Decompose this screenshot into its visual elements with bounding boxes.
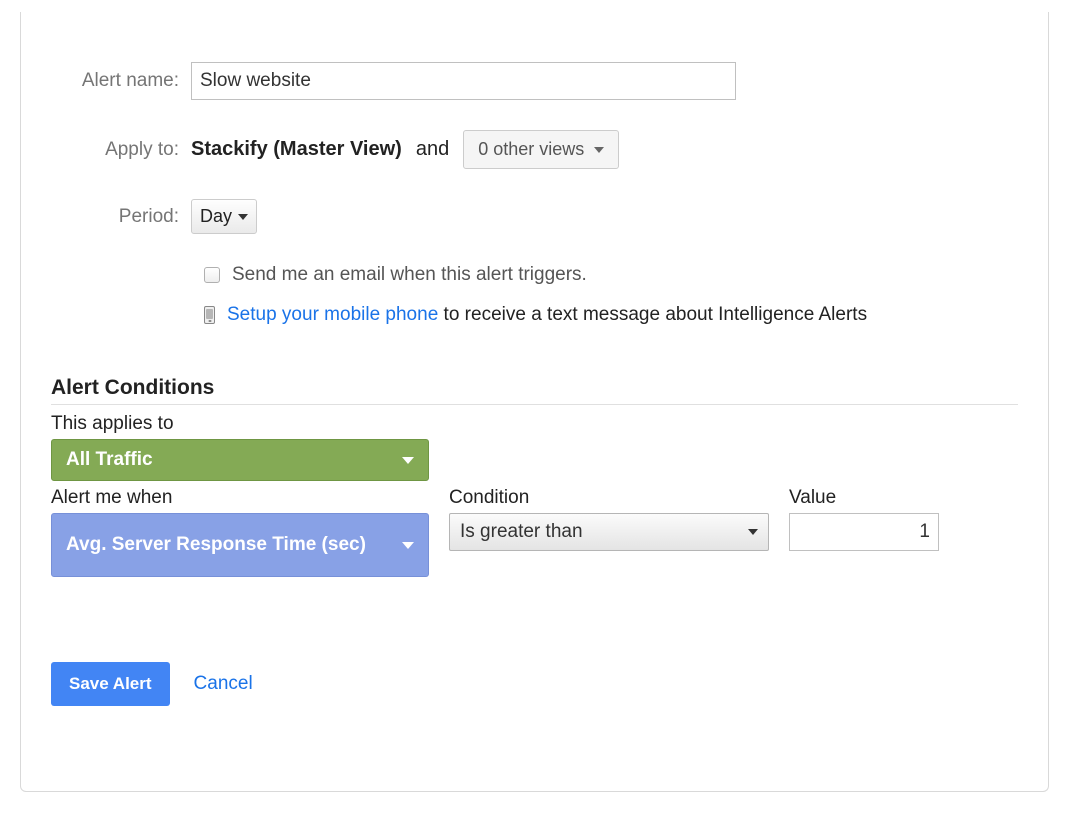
chevron-down-icon [402, 542, 414, 549]
apply-to-content: Stackify (Master View) and 0 other views [191, 130, 619, 169]
cancel-button[interactable]: Cancel [194, 673, 253, 695]
save-alert-button[interactable]: Save Alert [51, 662, 170, 706]
email-checkbox-row: Send me an email when this alert trigger… [204, 264, 1018, 286]
condition-select[interactable]: Is greater than [449, 513, 769, 551]
applies-to-value: All Traffic [66, 449, 153, 471]
chevron-down-icon [402, 457, 414, 464]
divider [51, 404, 1018, 405]
alert-when-label: Alert me when [51, 487, 429, 509]
applies-to-label: This applies to [51, 413, 1018, 435]
conditions-row: Alert me when Avg. Server Response Time … [51, 487, 1018, 577]
apply-to-row: Apply to: Stackify (Master View) and 0 o… [51, 130, 1018, 169]
alert-name-row: Alert name: [51, 62, 1018, 100]
value-input[interactable] [789, 513, 939, 551]
period-dropdown[interactable]: Day [191, 199, 257, 234]
alert-when-column: Alert me when Avg. Server Response Time … [51, 487, 429, 577]
email-checkbox[interactable] [204, 267, 220, 283]
condition-select-value: Is greater than [460, 521, 583, 543]
alert-conditions-title: Alert Conditions [51, 376, 1018, 400]
mobile-setup-row: Setup your mobile phone to receive a tex… [204, 304, 1018, 326]
actions-row: Save Alert Cancel [51, 662, 1018, 706]
apply-to-view-name: Stackify (Master View) [191, 138, 402, 161]
alert-config-panel: Alert name: Apply to: Stackify (Master V… [20, 12, 1049, 792]
chevron-down-icon [238, 214, 248, 220]
other-views-dropdown[interactable]: 0 other views [463, 130, 619, 169]
email-checkbox-label: Send me an email when this alert trigger… [232, 264, 587, 286]
apply-to-and: and [416, 138, 449, 161]
period-dropdown-label: Day [200, 206, 232, 227]
period-label: Period: [51, 206, 191, 228]
chevron-down-icon [594, 147, 604, 153]
value-column: Value [789, 487, 939, 577]
apply-to-label: Apply to: [51, 139, 191, 161]
alert-when-value: Avg. Server Response Time (sec) [66, 534, 366, 557]
phone-icon [204, 306, 215, 324]
alert-name-label: Alert name: [51, 70, 191, 92]
chevron-down-icon [748, 529, 758, 535]
other-views-dropdown-label: 0 other views [478, 139, 584, 160]
setup-mobile-link[interactable]: Setup your mobile phone [227, 304, 438, 325]
condition-column: Condition Is greater than [449, 487, 769, 577]
condition-label: Condition [449, 487, 769, 509]
alert-when-dropdown[interactable]: Avg. Server Response Time (sec) [51, 513, 429, 577]
mobile-setup-text: Setup your mobile phone to receive a tex… [227, 304, 867, 326]
value-label: Value [789, 487, 939, 509]
period-row: Period: Day [51, 199, 1018, 234]
applies-to-dropdown[interactable]: All Traffic [51, 439, 429, 481]
alert-name-input[interactable] [191, 62, 736, 100]
mobile-setup-suffix: to receive a text message about Intellig… [438, 304, 867, 325]
